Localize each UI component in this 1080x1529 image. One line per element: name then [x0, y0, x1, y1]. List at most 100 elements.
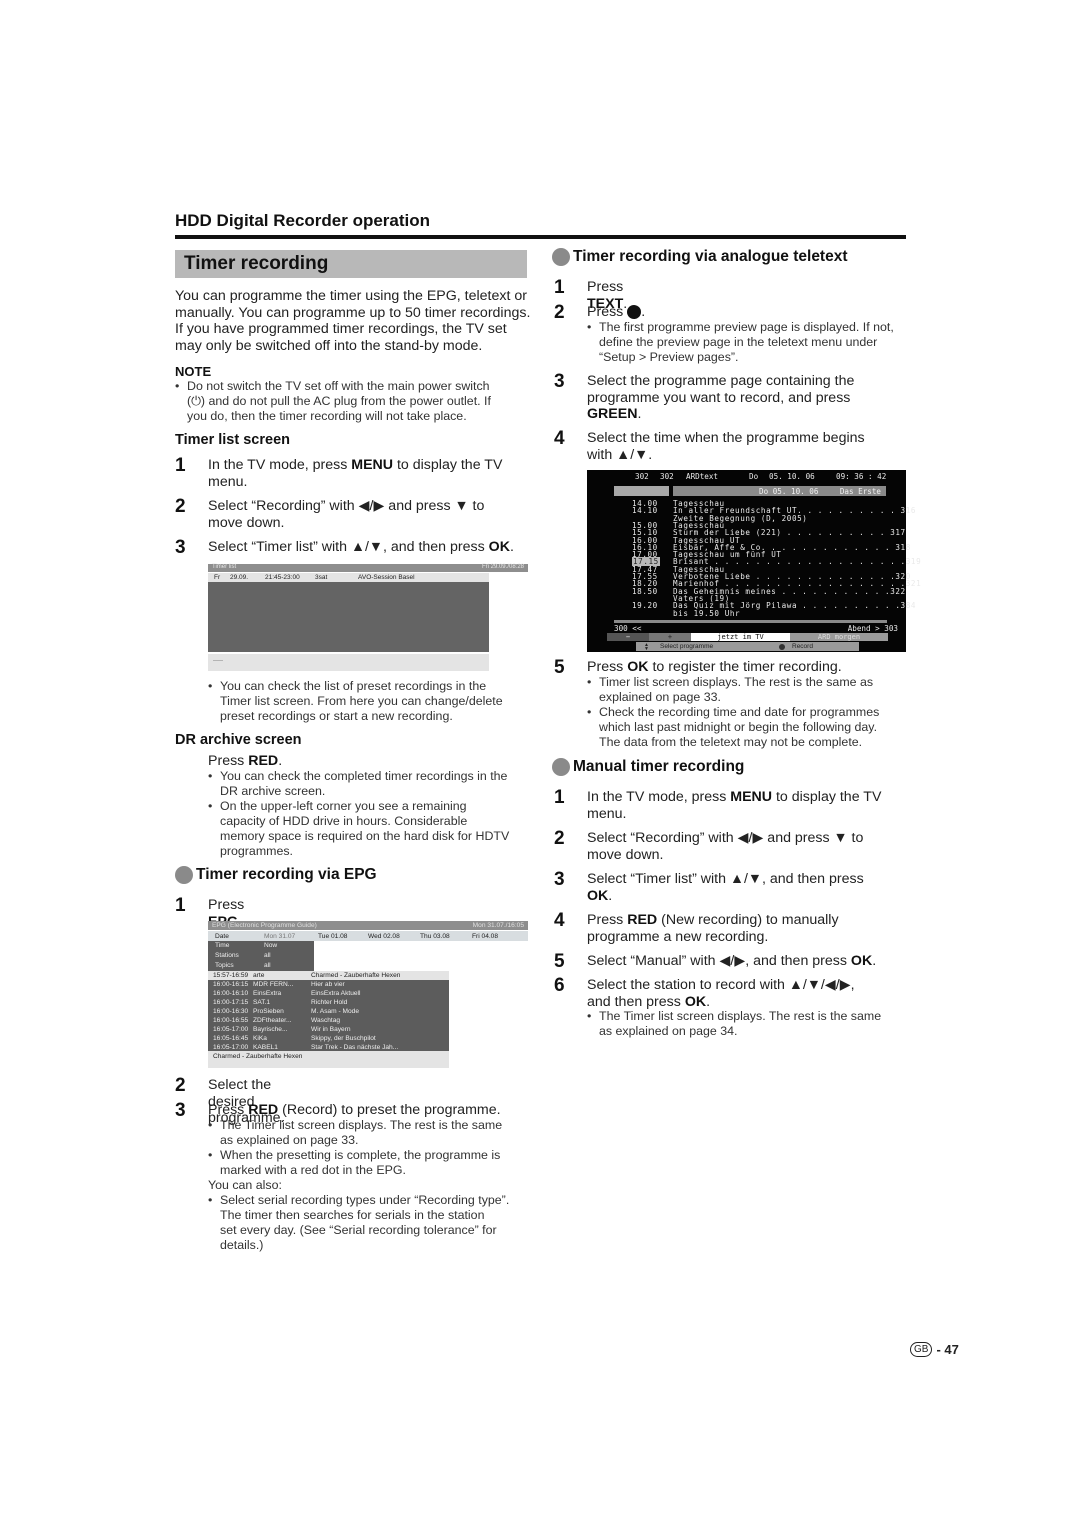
date-tab[interactable]: Thu 03.08: [420, 933, 450, 940]
programme-title: EinsExtra Aktuell: [311, 989, 361, 997]
epg-programme-row[interactable]: 16:00-16:15 MDR FERN... Hier ab vier: [208, 980, 449, 989]
epg-programme-row[interactable]: 16:05-16:45 KiKa Skippy, der Buschpilot: [208, 1034, 449, 1043]
intro-line: If you have programmed timer recordings,…: [175, 321, 507, 337]
programme-title: Skippy, der Buschpilot: [311, 1034, 376, 1042]
tt-date: 05. 10. 06: [769, 472, 815, 481]
bullet-dot: •: [208, 769, 213, 783]
epg-title: EPG (Electronic Programme Guide): [212, 922, 317, 929]
step-text: Press: [587, 279, 624, 295]
tt-grey-block: [614, 486, 669, 496]
bullet-dot: •: [587, 320, 592, 334]
epg-programme-row[interactable]: 16:00-16:55 ZDFtheater... Waschtag: [208, 1016, 449, 1025]
legend-select: Select programme: [660, 643, 714, 650]
timer-list-heading: Timer list screen: [175, 432, 290, 448]
step-number: 2: [554, 302, 565, 323]
step-line: move down.: [208, 514, 285, 531]
epg-heading: Timer recording via EPG: [175, 866, 377, 884]
epg-programme-row[interactable]: 16:00-16:10 EinsExtra EinsExtra Aktuell: [208, 989, 449, 998]
epg-filters: Time Now Stations all Topics all: [208, 941, 314, 971]
bullet-line: marked with a red dot in the EPG.: [220, 1163, 406, 1177]
programme-time: 16:00-16:15: [213, 980, 249, 988]
step-text: .: [641, 304, 646, 320]
page-title-bar: Timer recording: [175, 250, 527, 278]
bullet-dot: •: [587, 675, 592, 689]
step-number: 3: [554, 371, 565, 392]
bullet-line: Timer list screen. From here you can cha…: [220, 694, 503, 708]
date-tab[interactable]: Fri 04.08: [472, 933, 498, 940]
note-line: you do, then the timer recording will no…: [187, 409, 467, 423]
note-line: Do not switch the TV set off with the ma…: [187, 379, 490, 393]
step-number: 3: [175, 537, 186, 558]
filter-label: Stations: [215, 952, 239, 959]
tt-red-button[interactable]: −: [607, 633, 649, 641]
page-number: GB - 47: [910, 1342, 959, 1357]
date-tab[interactable]: Mon 31.07: [264, 933, 295, 940]
programme-time: 16:05-16:45: [213, 1034, 249, 1042]
programme-title: Richter Hold: [311, 998, 348, 1006]
epg-programme-row[interactable]: 16:00-17:15 SAT.1 Richter Hold: [208, 998, 449, 1007]
step-text: Press: [587, 659, 628, 675]
timer-list-screenshot: Timer list Fri 29.09./08:28 Fr 29.09. 21…: [208, 564, 528, 672]
tt-yellow-button[interactable]: jetzt im TV: [691, 633, 790, 641]
header-rule: [175, 235, 906, 239]
tt-blue-button[interactable]: ARD morgen: [790, 633, 888, 641]
programme-title: Charmed - Zauberhafte Hexen: [311, 971, 401, 979]
epg-programme-list: 15:57-16:59 arte Charmed - Zauberhafte Hex…: [208, 971, 449, 1051]
row-programme: AVO-Session Basel: [358, 574, 415, 581]
programme-title: Wir in Bayern: [311, 1025, 351, 1033]
bullet-line: capacity of HDD drive in hours. Consider…: [220, 814, 468, 828]
programme-time: 16:00-16:55: [213, 1016, 249, 1024]
key-green: GREEN: [587, 406, 638, 422]
step-line: with ▲/▼.: [587, 446, 653, 463]
filter-stations[interactable]: Stations all: [208, 951, 314, 961]
timer-list-footer: -----: [208, 654, 489, 671]
bullet-line: Timer list screen displays. The rest is …: [599, 675, 874, 689]
filter-value: all: [264, 952, 271, 959]
bullet-dot: •: [208, 1148, 213, 1162]
programme-station: KiKa: [253, 1034, 267, 1042]
tt-nav-prev[interactable]: 300 <<: [614, 624, 641, 633]
programme-time: 16:00-16:10: [213, 989, 249, 997]
tt-green-button[interactable]: +: [649, 633, 691, 641]
step-number: 1: [554, 787, 565, 808]
step-number: 1: [175, 455, 186, 476]
programme-station: ProSieben: [253, 1007, 284, 1015]
step-line: Select “Recording” with ◀/▶ and press ▼ …: [587, 830, 864, 846]
epg-datetime: Mon 31.07./16:05: [472, 922, 524, 929]
tt-nav-next[interactable]: Abend > 303: [848, 624, 898, 633]
date-tab[interactable]: Tue 01.08: [318, 933, 347, 940]
filter-time[interactable]: Time Now: [208, 941, 314, 951]
tt-programme-row[interactable]: bis 19.50 Uhr: [587, 609, 906, 618]
bullet-line: programmes.: [220, 844, 293, 858]
step-text: to register the timer recording.: [648, 659, 842, 675]
timer-list-row[interactable]: Fr 29.09. 21:45-23:00 3sat AVO-Session B…: [208, 573, 489, 582]
epg-screenshot: EPG (Electronic Programme Guide) Mon 31.…: [208, 921, 528, 1069]
key-ok: OK: [627, 659, 649, 675]
epg-programme-row[interactable]: 15:57-16:59 arte Charmed - Zauberhafte Hex…: [208, 971, 449, 980]
note-line: (⏻) and do not pull the AC plug from the…: [187, 394, 491, 408]
row-date: 29.09.: [230, 574, 249, 581]
step-number: 2: [554, 828, 565, 849]
epg-programme-row[interactable]: 16:00-16:30 ProSieben M. Asam - Mode: [208, 1007, 449, 1016]
manual-heading-text: Manual timer recording: [573, 758, 745, 775]
section-bullet-icon: [552, 758, 570, 776]
filter-topics[interactable]: Topics all: [208, 961, 314, 971]
programme-time: 15:57-16:59: [213, 971, 249, 979]
step-number: 2: [175, 496, 186, 517]
step-number: 5: [554, 951, 565, 972]
step-number: 1: [554, 277, 565, 298]
epg-programme-row[interactable]: 16:05-17:00 Bayrische... Wir in Bayern: [208, 1025, 449, 1034]
bullet-line: You can check the list of preset recordi…: [220, 679, 487, 693]
step-line: Select “Timer list” with ▲/▼, and then p…: [587, 871, 864, 887]
up-down-icon: ▲ ▼: [644, 641, 649, 652]
dr-archive-press: Press RED.: [208, 753, 283, 769]
step-text: (Record) to preset the programme.: [278, 1102, 501, 1118]
programme-title: Waschtag: [311, 1016, 341, 1024]
bullet-dot: •: [175, 379, 180, 393]
intro-line: You can programme the timer using the EP…: [175, 288, 527, 304]
step-line: Select the time when the programme begin…: [587, 430, 865, 446]
programme-station: SAT.1: [253, 998, 271, 1006]
intro-line: manually. You can programme up to 50 tim…: [175, 304, 531, 321]
record-button-icon: [627, 305, 642, 320]
date-tab[interactable]: Wed 02.08: [368, 933, 400, 940]
